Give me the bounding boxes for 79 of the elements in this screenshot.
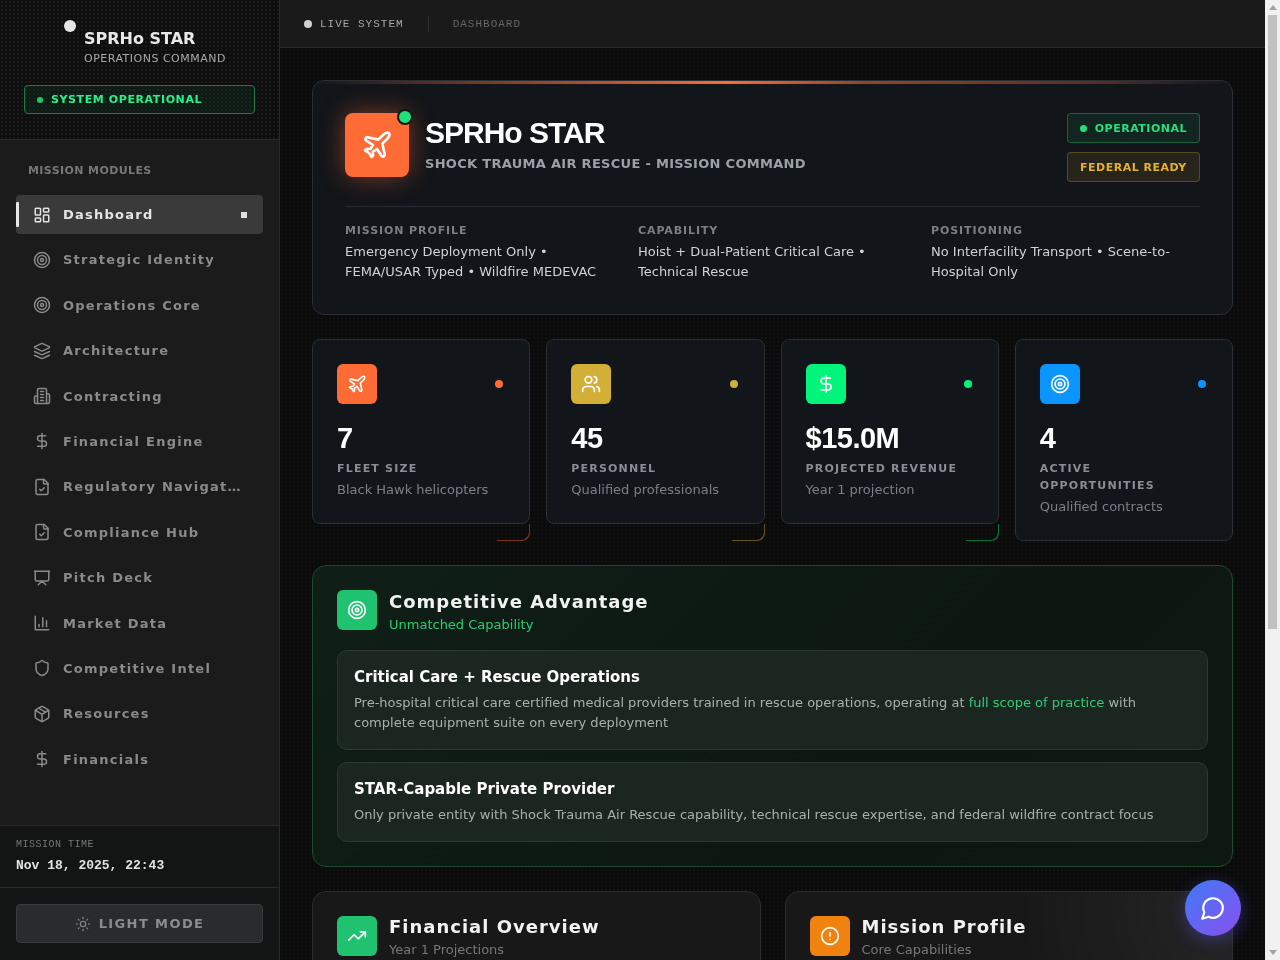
sidebar-item[interactable]: Financials: [16, 739, 263, 779]
square-icon: [241, 211, 247, 218]
circle-icon: [64, 20, 76, 32]
sidebar-item[interactable]: Contracting: [16, 376, 263, 416]
scrollbar-thumb[interactable]: [1268, 15, 1277, 629]
stat-value: 45: [571, 421, 604, 456]
light-mode-button[interactable]: LIGHT MODE: [16, 904, 263, 943]
stat-description: Qualified contracts: [1039, 498, 1164, 516]
section-label: MISSION MODULES: [27, 164, 153, 178]
stat-description: Qualified professionals: [571, 481, 721, 499]
chat-icon: [1200, 895, 1226, 921]
sidebar-item[interactable]: Architecture: [16, 331, 263, 371]
detail-text: Hoist + Dual-Patient Critical Care • Technical Rescue: [638, 243, 867, 281]
sidebar-item[interactable]: Pitch Deck: [16, 558, 263, 598]
section-title: Mission Profile: [861, 916, 1027, 938]
stat-value: $15.0M: [805, 421, 901, 456]
bar-chart-icon: [33, 614, 51, 632]
sidebar-item[interactable]: Strategic Identity: [16, 240, 263, 280]
status-dot-icon: [37, 96, 43, 103]
status-dot-icon: [397, 109, 413, 125]
detail-text: No Interfacility Transport • Scene-to-Hospital Only: [931, 243, 1171, 281]
detail-label: CAPABILITY: [638, 224, 720, 238]
section-subtitle: Unmatched Capability: [389, 616, 535, 634]
stat-label: FLEET SIZE: [337, 461, 419, 477]
status-dot-icon: [304, 19, 312, 28]
mission-time-value: Nov 18, 2025, 22:43: [16, 857, 166, 875]
stat-description: Year 1 projection: [805, 481, 916, 499]
section-subtitle: Year 1 Projections: [389, 942, 506, 958]
live-status-text: LIVE SYSTEM: [320, 17, 404, 30]
layers-icon: [33, 341, 51, 360]
tag-badge: FEDERAL READY: [1066, 152, 1200, 182]
box-icon: [33, 704, 51, 723]
detail-text: Emergency Deployment Only • FEMA/USAR Typed • Wildfire MEDEVAC: [345, 243, 598, 281]
scrollbar[interactable]: [1265, 0, 1280, 960]
target-icon: [33, 250, 51, 269]
stat-label: ACTIVE OPPORTUNITIES: [1039, 461, 1156, 494]
breadcrumb: DASHBOARD: [452, 17, 522, 30]
hero-subtitle: SHOCK TRAUMA AIR RESCUE - MISSION COMMAND: [425, 155, 807, 173]
section-title: Competitive Advantage: [389, 590, 649, 614]
brand-subtitle: OPERATIONS COMMAND: [84, 52, 226, 66]
stat-label: PERSONNEL: [571, 461, 658, 477]
advantage-description: Pre-hospital critical care certified medical providers trained in rescue operations, operating at full scope of practice with complete equipment suite on every deployment: [354, 694, 1138, 732]
system-status-text: SYSTEM OPERATIONAL: [51, 93, 203, 106]
file-check-icon: [33, 477, 51, 496]
sidebar-item[interactable]: Regulatory Navigat…: [16, 467, 263, 507]
advantage-description: Only private entity with Shock Trauma Air Rescue capability, technical rescue expertise, and federal wildfire contract focus: [354, 806, 1155, 824]
advantage-title: Critical Care + Rescue Operations: [354, 667, 641, 687]
caret-up-icon: [1268, 5, 1277, 10]
stat-label: PROJECTED REVENUE: [805, 461, 959, 477]
sidebar-item[interactable]: Compliance Hub: [16, 512, 263, 552]
hero-title: SPRHo STAR: [425, 115, 606, 151]
file-check-icon: [33, 523, 51, 542]
badge-label: OPERATIONAL: [1094, 121, 1187, 135]
sidebar-item[interactable]: Operations Core: [16, 285, 263, 325]
building-icon: [33, 387, 51, 406]
sidebar-item[interactable]: Financial Engine: [16, 421, 263, 461]
sidebar-item[interactable]: Resources: [16, 694, 263, 734]
sidebar-item[interactable]: Market Data: [16, 603, 263, 643]
section-title: Financial Overview: [389, 916, 600, 938]
detail-label: POSITIONING: [931, 224, 1024, 238]
stat-value: 4: [1039, 421, 1057, 456]
brand-title: SPRHo STAR: [84, 29, 197, 49]
sun-icon: [74, 915, 91, 932]
left-bar-icon: [16, 202, 19, 227]
advantage-title: STAR-Capable Private Provider: [354, 779, 616, 799]
plane-icon: [345, 113, 409, 177]
target-icon: [337, 590, 377, 630]
stat-description: Black Hawk helicopters: [337, 481, 490, 499]
section-subtitle: Core Capabilities: [861, 942, 973, 958]
sidebar-item[interactable]: Competitive Intel: [16, 648, 263, 688]
stat-value: 7: [337, 421, 354, 456]
shield-icon: [33, 659, 51, 678]
mission-time-label: MISSION TIME: [16, 838, 95, 852]
caret-down-icon: [1268, 950, 1277, 955]
detail-label: MISSION PROFILE: [345, 224, 469, 238]
target-icon: [33, 296, 51, 315]
sidebar-item[interactable]: Dashboard: [16, 195, 263, 234]
easel-icon: [33, 568, 51, 587]
grid-icon: [33, 205, 51, 224]
